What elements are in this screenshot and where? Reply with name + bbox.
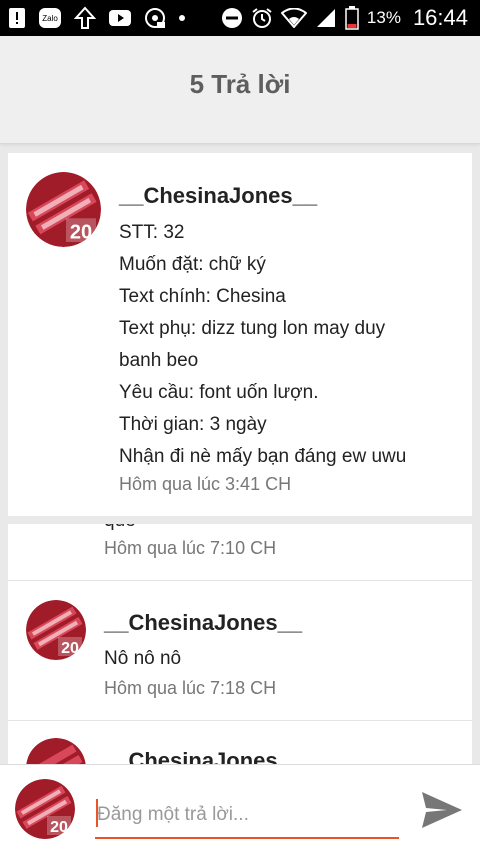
svg-text:Zalo: Zalo [42, 14, 58, 23]
avatar[interactable]: 20 [26, 600, 86, 660]
post-line: Muốn đặt: chữ ký [119, 254, 266, 275]
wifi-icon [280, 8, 307, 28]
send-button[interactable] [418, 787, 466, 833]
post-line: banh beo [119, 350, 199, 371]
more-dots-icon [178, 14, 186, 22]
music-icon [144, 7, 166, 29]
reply-text: quê [104, 524, 136, 532]
header: 5 Trả lời [0, 36, 480, 144]
post-line: Text chính: Chesina [119, 286, 286, 307]
post-body: STT: 32 Muốn đặt: chữ ký Text chính: Che… [119, 217, 459, 473]
battery-icon [345, 6, 359, 30]
post-line: Text phụ: dizz tung lon may duy [119, 318, 386, 339]
post-line: Thời gian: 3 ngày [119, 414, 267, 435]
zalo-icon: Zalo [38, 7, 62, 29]
page-title: 5 Trả lời [189, 69, 291, 99]
alarm-icon [251, 7, 273, 29]
reply-author[interactable]: __ChesinaJones__ [104, 610, 302, 636]
original-post: 20 __ChesinaJones__ STT: 32 Muốn đặt: ch… [8, 153, 472, 516]
signal-icon [315, 7, 337, 29]
upload-icon [74, 6, 96, 30]
post-line: Yêu cầu: font uốn lượn. [119, 382, 319, 403]
svg-text:20: 20 [61, 640, 79, 657]
battery-percent: 13% [366, 8, 401, 27]
reply-timestamp: Hôm qua lúc 7:10 CH [104, 538, 277, 558]
dnd-icon [221, 7, 243, 29]
post-line: Nhận đi nè mấy bạn đáng ew uwu [119, 446, 407, 467]
reply-input[interactable] [95, 793, 399, 839]
status-bar: Zalo 13% 16:44 [0, 0, 480, 36]
divider [8, 580, 472, 581]
reply-timestamp: Hôm qua lúc 7:18 CH [104, 678, 277, 698]
post-timestamp: Hôm qua lúc 3:41 CH [119, 474, 292, 494]
post-line: STT: 32 [119, 222, 185, 243]
youtube-icon [108, 9, 132, 27]
send-icon [422, 792, 462, 828]
replies-list: quê Hôm qua lúc 7:10 CH 20 __ChesinaJone… [8, 524, 472, 768]
avatar: 20 [15, 779, 75, 839]
reply-text: Nô nô nô [104, 648, 182, 669]
status-time: 16:44 [412, 5, 468, 30]
text-cursor [96, 799, 98, 827]
post-author[interactable]: __ChesinaJones__ [119, 183, 317, 209]
svg-text:20: 20 [70, 221, 92, 243]
divider [8, 720, 472, 721]
svg-text:20: 20 [50, 819, 68, 836]
reply-composer: 20 [0, 764, 480, 854]
alert-icon [8, 7, 26, 29]
avatar[interactable]: 20 [26, 172, 101, 247]
